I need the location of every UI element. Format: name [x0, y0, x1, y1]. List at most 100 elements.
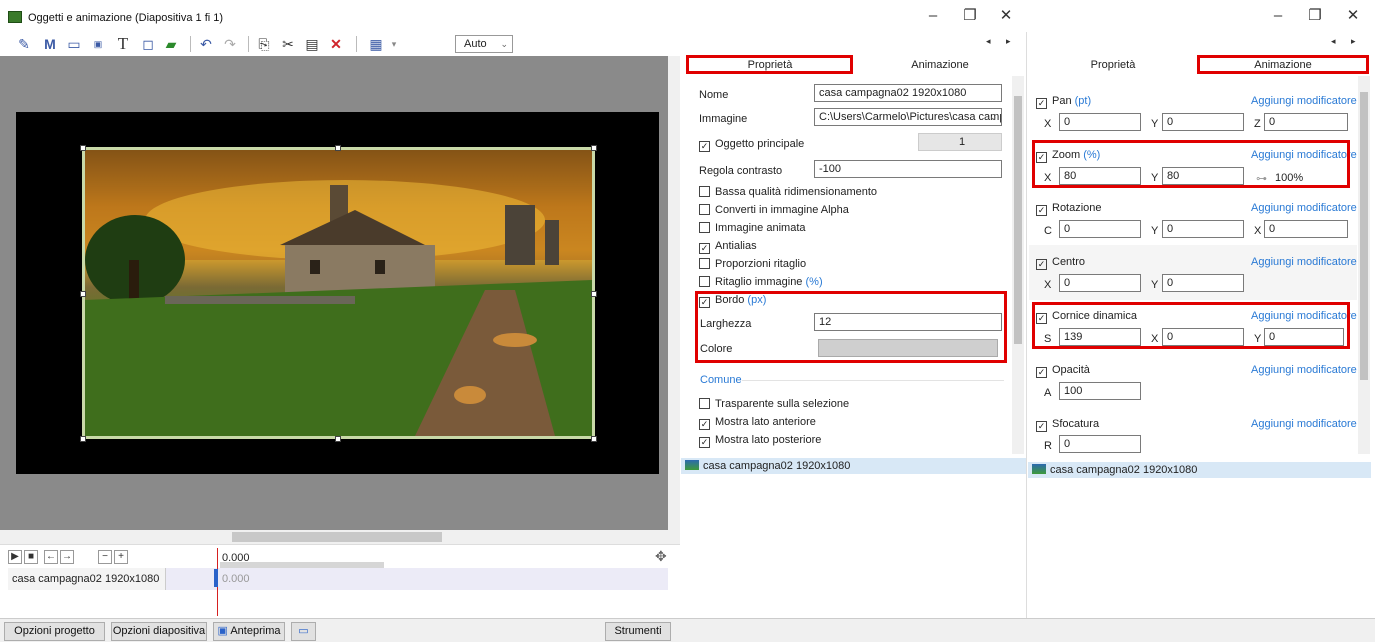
pan-y-field[interactable]: 0: [1162, 113, 1244, 131]
rotation-y-field[interactable]: 0: [1162, 220, 1244, 238]
zoom-in-button[interactable]: +: [114, 550, 128, 564]
resize-handle[interactable]: [80, 291, 86, 297]
chevron-down-icon[interactable]: ▾: [384, 34, 404, 54]
add-modifier-link[interactable]: Aggiungi modificatore: [1251, 256, 1357, 268]
tab-animation[interactable]: Animazione: [870, 56, 1010, 74]
list-item[interactable]: casa campagna02 1920x1080: [1028, 462, 1371, 478]
nav-next-icon[interactable]: ▸: [1006, 36, 1011, 47]
preview-button[interactable]: ▣ Anteprima: [213, 622, 285, 641]
main-object-checkbox[interactable]: ✓ Oggetto principale: [699, 138, 804, 152]
center-x-field[interactable]: 0: [1059, 274, 1141, 292]
checkbox-icon: ✓: [699, 419, 710, 430]
add-modifier-link[interactable]: Aggiungi modificatore: [1251, 95, 1357, 107]
frame-icon[interactable]: ▣: [88, 34, 108, 54]
resize-handle[interactable]: [335, 145, 341, 151]
scrollbar-thumb[interactable]: [232, 532, 442, 542]
stop-button[interactable]: ■: [24, 550, 38, 564]
cut-icon[interactable]: ✂: [278, 34, 298, 54]
resize-handle[interactable]: [80, 145, 86, 151]
pen-icon[interactable]: ✎: [14, 34, 34, 54]
divider: [742, 380, 1004, 381]
track-time: 0.000: [222, 573, 250, 585]
keyframe-marker[interactable]: [214, 569, 218, 587]
checkbox-icon: [699, 204, 710, 215]
checkbox-back[interactable]: ✓ Mostra lato posteriore: [699, 434, 821, 448]
add-modifier-link[interactable]: Aggiungi modificatore: [1251, 418, 1357, 430]
tools-button[interactable]: Strumenti: [605, 622, 671, 641]
app-icon: [8, 11, 22, 23]
nav-prev-icon-2[interactable]: ◂: [1331, 36, 1336, 47]
undo-icon[interactable]: ↶: [196, 34, 216, 54]
step-forward-button[interactable]: →: [60, 550, 74, 564]
image-thumb-icon: [1032, 464, 1046, 474]
rotation-checkbox[interactable]: ✓ Rotazione: [1036, 202, 1102, 216]
contrast-field[interactable]: -100: [814, 160, 1002, 178]
checkbox-antialias[interactable]: ✓ Antialias: [699, 240, 757, 254]
step-back-button[interactable]: ←: [44, 550, 58, 564]
pan-x-field[interactable]: 0: [1059, 113, 1141, 131]
minimize-button[interactable]: –: [918, 6, 948, 28]
nav-next-icon-2[interactable]: ▸: [1351, 36, 1356, 47]
close-button[interactable]: ✕: [991, 6, 1021, 28]
blur-r-field[interactable]: 0: [1059, 435, 1141, 453]
resize-handle[interactable]: [335, 436, 341, 442]
box-icon[interactable]: ◻: [138, 34, 158, 54]
checkbox-low-quality[interactable]: Bassa qualità ridimensionamento: [699, 186, 877, 198]
list-item[interactable]: casa campagna02 1920x1080: [681, 458, 1026, 474]
opacity-a-field[interactable]: 100: [1059, 382, 1141, 400]
text-t-icon[interactable]: T: [113, 34, 133, 54]
grid-icon[interactable]: ▦: [366, 34, 386, 54]
resize-handle[interactable]: [591, 145, 597, 151]
text-m-icon[interactable]: M: [40, 34, 60, 54]
maximize-button[interactable]: ❐: [955, 6, 985, 28]
tab-properties-2[interactable]: Proprietà: [1038, 56, 1188, 74]
add-modifier-link[interactable]: Aggiungi modificatore: [1251, 202, 1357, 214]
nav-prev-icon[interactable]: ◂: [986, 36, 991, 47]
image-icon[interactable]: ▰: [161, 34, 181, 54]
move-icon[interactable]: ✥: [655, 548, 667, 565]
image-path-select[interactable]: C:\Users\Carmelo\Pictures\casa campa ⌄: [814, 108, 1002, 126]
name-field[interactable]: casa campagna02 1920x1080: [814, 84, 1002, 102]
window-mode-button[interactable]: ▭: [291, 622, 316, 641]
window-icon: ▭: [298, 625, 309, 637]
delete-icon[interactable]: ✕: [326, 34, 346, 54]
maximize-button-2[interactable]: ❐: [1300, 6, 1330, 28]
rotation-c-field[interactable]: 0: [1059, 220, 1141, 238]
pan-z-field[interactable]: 0: [1264, 113, 1348, 131]
add-modifier-link[interactable]: Aggiungi modificatore: [1251, 364, 1357, 376]
resize-handle[interactable]: [591, 436, 597, 442]
scrollbar-thumb[interactable]: [1014, 96, 1022, 344]
checkbox-transparent[interactable]: Trasparente sulla selezione: [699, 398, 849, 410]
copy-icon[interactable]: ⎘: [254, 34, 274, 54]
checkbox-front[interactable]: ✓ Mostra lato anteriore: [699, 416, 816, 430]
checkbox-crop-ratio[interactable]: Proporzioni ritaglio: [699, 258, 806, 270]
highlight-box: [1032, 140, 1350, 188]
paste-icon[interactable]: ▤: [302, 34, 322, 54]
minimize-button-2[interactable]: –: [1263, 6, 1293, 28]
checkbox-alpha[interactable]: Converti in immagine Alpha: [699, 204, 849, 216]
pan-checkbox[interactable]: ✓ Pan (pt): [1036, 95, 1091, 109]
zoom-out-button[interactable]: −: [98, 550, 112, 564]
slide-image[interactable]: [82, 147, 595, 439]
zoom-select[interactable]: Auto ⌄: [455, 35, 513, 53]
center-checkbox[interactable]: ✓ Centro: [1036, 256, 1085, 270]
resize-handle[interactable]: [591, 291, 597, 297]
project-options-button[interactable]: Opzioni progetto: [4, 622, 105, 641]
checkbox-icon: [699, 222, 710, 233]
checkbox-animated[interactable]: Immagine animata: [699, 222, 806, 234]
rectangle-icon[interactable]: ▭: [64, 34, 84, 54]
opacity-checkbox[interactable]: ✓ Opacità: [1036, 364, 1090, 378]
resize-handle[interactable]: [80, 436, 86, 442]
play-button[interactable]: ▶: [8, 550, 22, 564]
toolbar-separator: [190, 36, 191, 52]
preview-vertical-scrollbar[interactable]: [668, 56, 680, 530]
blur-checkbox[interactable]: ✓ Sfocatura: [1036, 418, 1099, 432]
slide-options-button[interactable]: Opzioni diapositiva: [111, 622, 207, 641]
scrollbar-thumb[interactable]: [1360, 92, 1368, 380]
center-y-field[interactable]: 0: [1162, 274, 1244, 292]
highlight-box: [695, 291, 1007, 363]
rotation-x-field[interactable]: 0: [1264, 220, 1348, 238]
close-button-2[interactable]: ✕: [1338, 6, 1368, 28]
redo-icon[interactable]: ↷: [220, 34, 240, 54]
checkbox-crop[interactable]: Ritaglio immagine (%): [699, 276, 823, 288]
